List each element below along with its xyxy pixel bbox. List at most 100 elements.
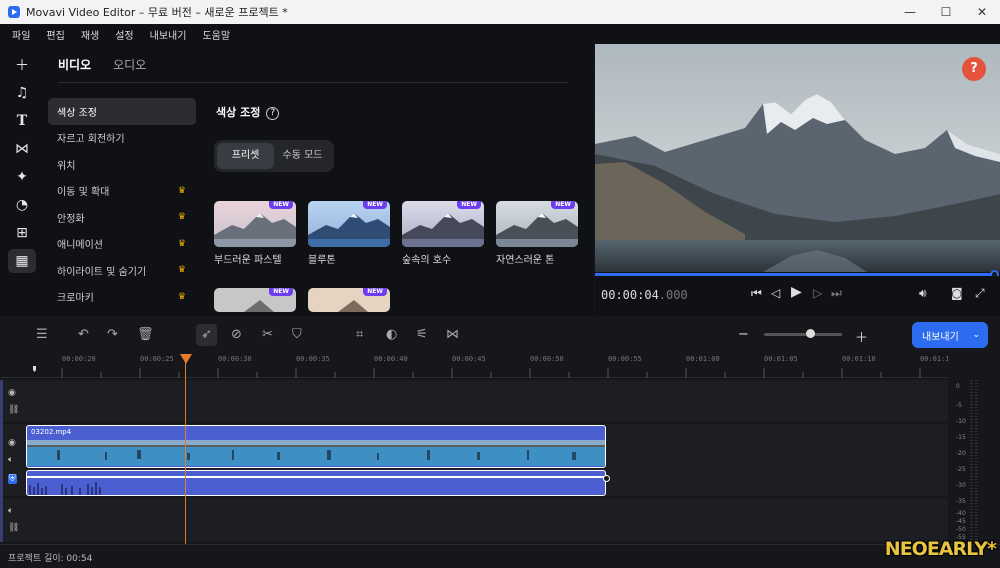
help-icon[interactable]: ?: [266, 106, 280, 120]
snapshot-icon[interactable]: ◙: [951, 286, 963, 300]
meter-right: [975, 380, 978, 540]
audio-icon[interactable]: 🔈︎: [8, 506, 13, 516]
clip-end-handle[interactable]: [603, 475, 610, 482]
menu-file[interactable]: 파일: [4, 27, 38, 42]
track-overlay[interactable]: [0, 380, 948, 422]
filters-icon[interactable]: ✦: [8, 165, 36, 189]
music-icon[interactable]: ♫: [8, 81, 36, 105]
db-label: -35: [956, 498, 966, 505]
skip-start-icon[interactable]: ⏮: [751, 286, 762, 301]
minimize-icon[interactable]: —: [892, 0, 928, 24]
lock-icon[interactable]: ⛨: [8, 474, 17, 484]
audio-icon[interactable]: 🔈︎: [8, 455, 13, 465]
menu-export[interactable]: 내보내기: [142, 27, 195, 42]
zoom-out-icon[interactable]: −: [738, 327, 749, 342]
db-label: -10: [956, 418, 966, 425]
redo-icon[interactable]: ↷: [107, 327, 118, 342]
adjust-icon[interactable]: ⚟: [416, 327, 428, 342]
delete-icon[interactable]: 🗑︎: [137, 327, 154, 342]
visibility-icon[interactable]: ◉: [8, 438, 16, 448]
preset-label: 부드러운 파스텔: [214, 255, 282, 266]
blade-icon[interactable]: ⊘: [231, 327, 242, 342]
chevron-down-icon: ⌄: [972, 330, 980, 340]
db-label: -30: [956, 482, 966, 489]
visibility-icon[interactable]: ◉: [8, 388, 16, 398]
app-logo-icon: [8, 6, 20, 18]
tool-animation[interactable]: 애니메이션 ♛: [48, 231, 196, 258]
menu-edit[interactable]: 편집: [38, 27, 72, 42]
tab-audio[interactable]: 오디오: [113, 56, 146, 73]
mode-switch: 프리셋 수동 모드: [214, 140, 334, 172]
zoom-handle[interactable]: [806, 329, 815, 338]
tool-position[interactable]: 위치: [48, 151, 196, 178]
tool-chroma-key[interactable]: 크로마키 ♛: [48, 284, 196, 311]
crown-icon: ♛: [177, 265, 186, 276]
audio-level-meter: 0 -5 -10 -15 -20 -25 -30 -35 -40 -45 -50…: [948, 352, 1000, 542]
db-label: -40: [956, 510, 966, 517]
tab-video[interactable]: 비디오: [58, 56, 91, 73]
help-button[interactable]: ?: [962, 57, 986, 81]
volume-icon[interactable]: 🔊︎: [919, 286, 927, 301]
clip-name: 03202.mp4: [31, 428, 72, 436]
select-tool-icon[interactable]: ➶: [196, 324, 217, 346]
cut-icon[interactable]: ✂: [262, 327, 273, 342]
maximize-icon[interactable]: ☐: [928, 0, 964, 24]
video-clip[interactable]: 03202.mp4: [26, 425, 606, 468]
left-toolbar: ＋ ♫ T ⋈ ✦ ◔ ⊞ ▦: [0, 44, 44, 316]
audio-clip[interactable]: [26, 470, 606, 496]
time-display: 00:00:04.000: [601, 288, 688, 302]
clip-properties-icon[interactable]: ▦: [8, 249, 36, 273]
new-badge: NEW: [269, 288, 293, 296]
more-tools-icon[interactable]: ⊞: [8, 221, 36, 245]
next-frame-icon[interactable]: ▷: [813, 286, 822, 300]
playhead-marker[interactable]: [180, 354, 192, 364]
undo-icon[interactable]: ↶: [78, 327, 89, 342]
preset-forest-lake[interactable]: NEW: [402, 201, 484, 247]
video-preview[interactable]: [595, 44, 1000, 272]
skip-end-icon[interactable]: ⏭: [831, 286, 842, 301]
crop-icon[interactable]: ⌗: [356, 327, 363, 342]
zoom-slider[interactable]: [764, 333, 842, 336]
new-badge: NEW: [363, 288, 387, 296]
link-icon[interactable]: ⛓︎: [8, 405, 19, 415]
preview-frame: [595, 44, 1000, 272]
tool-pan-zoom[interactable]: 이동 및 확대 ♛: [48, 178, 196, 205]
transitions-icon[interactable]: ⋈: [8, 137, 36, 161]
tool-stabilization[interactable]: 안정화 ♛: [48, 204, 196, 231]
transition-tool-icon[interactable]: ⋈: [446, 327, 459, 342]
tool-crop-rotate[interactable]: 자르고 회전하기: [48, 125, 196, 152]
window-title: Movavi Video Editor – 무료 버전 – 새로운 프로젝트 *: [26, 6, 288, 19]
tool-highlight-conceal[interactable]: 하이라이트 및 숨기기 ♛: [48, 257, 196, 284]
play-icon[interactable]: ▶: [791, 284, 802, 300]
mode-presets[interactable]: 프리셋: [217, 143, 274, 169]
fullscreen-icon[interactable]: ⤢: [975, 286, 985, 301]
speed-icon[interactable]: ◐: [386, 327, 397, 342]
zoom-in-icon[interactable]: ＋: [855, 327, 868, 346]
crown-icon: ♛: [177, 212, 186, 223]
preset-6[interactable]: NEW: [308, 288, 390, 312]
add-track-icon[interactable]: ☰: [36, 327, 48, 342]
track-audio[interactable]: [0, 498, 948, 542]
link-icon[interactable]: ⛓︎: [8, 523, 19, 533]
menu-help[interactable]: 도움말: [194, 27, 238, 42]
tool-color-adjust[interactable]: 색상 조정: [48, 98, 196, 125]
menu-settings[interactable]: 설정: [107, 27, 141, 42]
prev-frame-icon[interactable]: ◁: [771, 286, 780, 300]
preset-natural-tone[interactable]: NEW: [496, 201, 578, 247]
add-media-icon[interactable]: ＋: [8, 53, 36, 77]
titles-icon[interactable]: T: [8, 109, 36, 133]
preset-soft-pastel[interactable]: NEW: [214, 201, 296, 247]
preset-blue-tone[interactable]: NEW: [308, 201, 390, 247]
new-badge: NEW: [269, 201, 293, 209]
player-controls: 00:00:04.000 ⏮ ◁ ▶ ▷ ⏭ 🔊︎ ◙ ⤢: [595, 276, 1000, 316]
marker-icon[interactable]: ⛉: [292, 327, 302, 342]
preset-5[interactable]: NEW: [214, 288, 296, 312]
timeline-ruler[interactable]: 00:00:20 00:00:25 00:00:30 00:00:35 00:0…: [0, 352, 950, 378]
playhead-line: [185, 360, 186, 544]
close-icon[interactable]: ✕: [964, 0, 1000, 24]
mode-manual[interactable]: 수동 모드: [274, 143, 331, 169]
menu-playback[interactable]: 재생: [73, 27, 107, 42]
section-title: 색상 조정?: [216, 104, 280, 120]
stickers-icon[interactable]: ◔: [8, 193, 36, 217]
export-button[interactable]: 내보내기 ⌄: [912, 322, 988, 348]
